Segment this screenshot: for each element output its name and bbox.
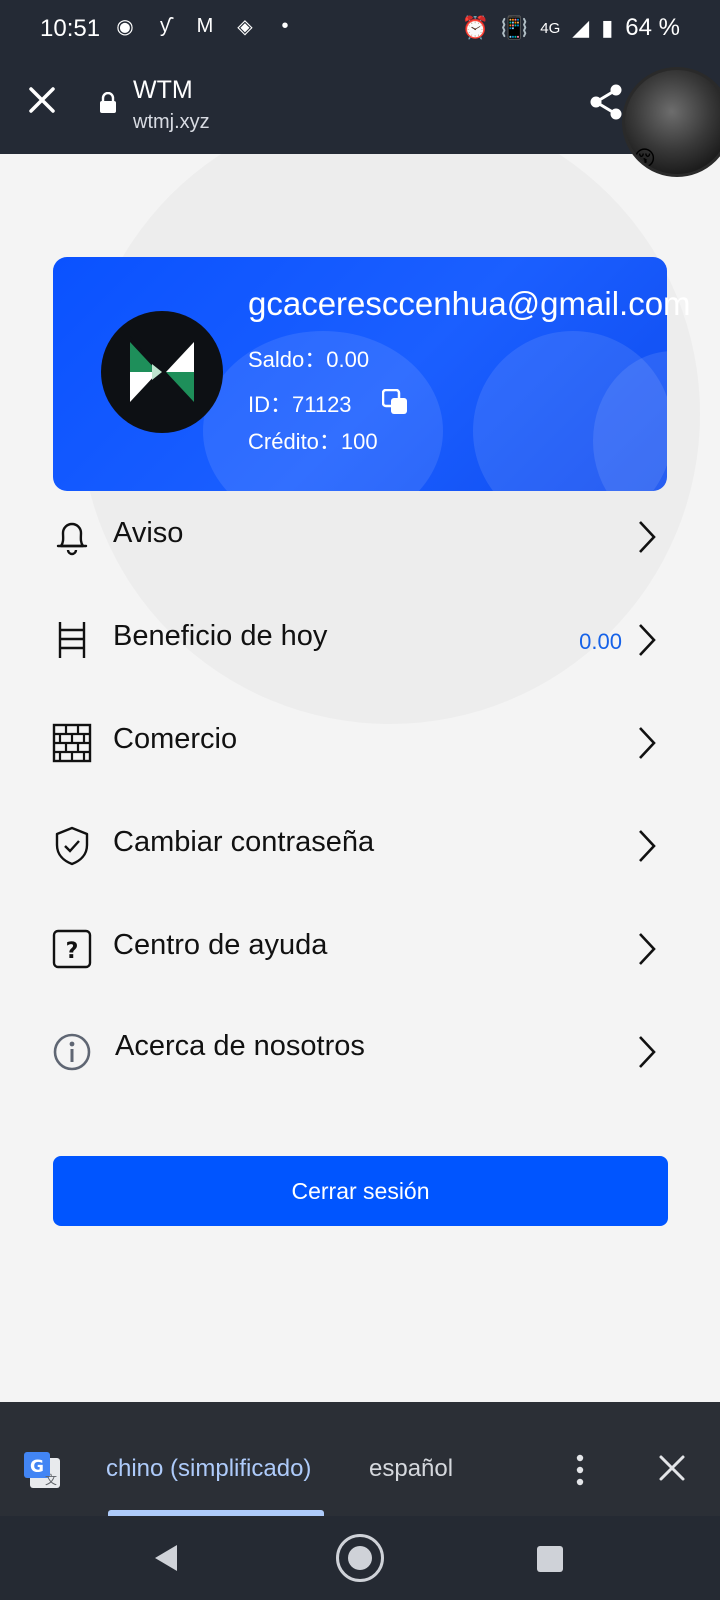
target-language-tab[interactable]: español: [369, 1455, 453, 1483]
avatar: [101, 311, 223, 433]
vibrate-icon: 📳: [500, 15, 529, 40]
close-icon[interactable]: [26, 84, 58, 116]
app-logo-icon: [130, 336, 194, 408]
chevron-right-icon: [639, 933, 656, 965]
chevron-right-icon: [639, 521, 656, 553]
ladder-icon: [58, 622, 86, 658]
svg-text:文: 文: [45, 1472, 57, 1487]
page-url[interactable]: wtmj.xyz: [133, 111, 210, 134]
network-type: 4G: [540, 19, 561, 37]
menu-item-beneficio[interactable]: Beneficio de hoy 0.00: [0, 600, 720, 680]
menu-item-cambiar-contrasena[interactable]: Cambiar contraseña: [0, 806, 720, 886]
logout-button[interactable]: Cerrar sesión: [53, 1156, 668, 1226]
account-email: gcaceresccenhua@gmail.com: [248, 285, 691, 322]
svg-text:G: G: [30, 1457, 44, 1477]
lock-icon[interactable]: [99, 92, 117, 114]
account-id: ID：71123: [248, 392, 352, 417]
back-icon[interactable]: [153, 1543, 179, 1573]
balance-text: Saldo：0.00: [248, 347, 370, 372]
credit-text: Crédito：100: [248, 429, 378, 454]
gmail-icon: M: [196, 15, 214, 37]
page-title: WTM: [133, 76, 193, 104]
svg-text:?: ?: [66, 939, 79, 964]
menu-label: Acerca de nosotros: [115, 1030, 365, 1062]
chevron-right-icon: [639, 830, 656, 862]
menu-label: Centro de ayuda: [113, 929, 328, 961]
menu-label: Aviso: [113, 517, 184, 549]
alarm-icon: ⏰: [461, 15, 489, 40]
messenger-icon: ◉: [116, 16, 134, 38]
menu-item-centro-ayuda[interactable]: ? Centro de ayuda: [0, 909, 720, 989]
close-translate-icon[interactable]: [656, 1452, 688, 1484]
notification-app-icon: ƴ: [160, 15, 170, 37]
menu-item-aviso[interactable]: Aviso: [0, 497, 720, 577]
menu-label: Beneficio de hoy: [113, 620, 328, 652]
signal-icon: ◢: [572, 15, 590, 40]
help-icon: ?: [52, 929, 92, 969]
bell-icon: [56, 522, 88, 556]
notification-icons: ◉ ƴ M ◈ •: [112, 14, 298, 39]
battery-icon: ▮: [601, 15, 614, 40]
chevron-right-icon: [639, 624, 656, 656]
chat-bubble-avatar[interactable]: 😚: [622, 67, 720, 177]
info-icon: [53, 1033, 91, 1071]
brick-wall-icon: [52, 723, 92, 763]
more-options-icon[interactable]: [568, 1452, 592, 1488]
chevron-right-icon: [639, 1036, 656, 1068]
status-bar: 10:51 ◉ ƴ M ◈ • ⏰ 📳 4G ◢ ▮ 64 %: [0, 0, 720, 58]
menu-label: Cambiar contraseña: [113, 826, 375, 858]
more-notifications-icon: •: [281, 15, 289, 37]
benefit-value: 0.00: [579, 629, 622, 654]
shield-check-icon: [55, 826, 89, 866]
chevron-right-icon: [639, 727, 656, 759]
status-time: 10:51: [40, 15, 101, 42]
google-translate-icon: G 文: [24, 1452, 60, 1488]
emoji-icon: 😚: [633, 146, 656, 171]
menu-label: Comercio: [113, 723, 238, 755]
menu-item-acerca[interactable]: Acerca de nosotros: [0, 1012, 720, 1092]
share-icon[interactable]: [588, 83, 624, 121]
binance-icon: ◈: [237, 16, 253, 38]
system-icons: ⏰ 📳 4G ◢ ▮ 64 %: [461, 14, 680, 42]
battery-level: 64 %: [625, 14, 680, 41]
home-icon[interactable]: [336, 1534, 384, 1582]
recent-apps-icon[interactable]: [537, 1546, 563, 1572]
profile-page: gcaceresccenhua@gmail.com Saldo：0.00 ID：…: [0, 154, 720, 1402]
browser-toolbar: WTM wtmj.xyz: [0, 58, 720, 154]
copy-icon[interactable]: [382, 389, 408, 415]
source-language-tab[interactable]: chino (simplificado): [106, 1455, 311, 1483]
menu-item-comercio[interactable]: Comercio: [0, 703, 720, 783]
